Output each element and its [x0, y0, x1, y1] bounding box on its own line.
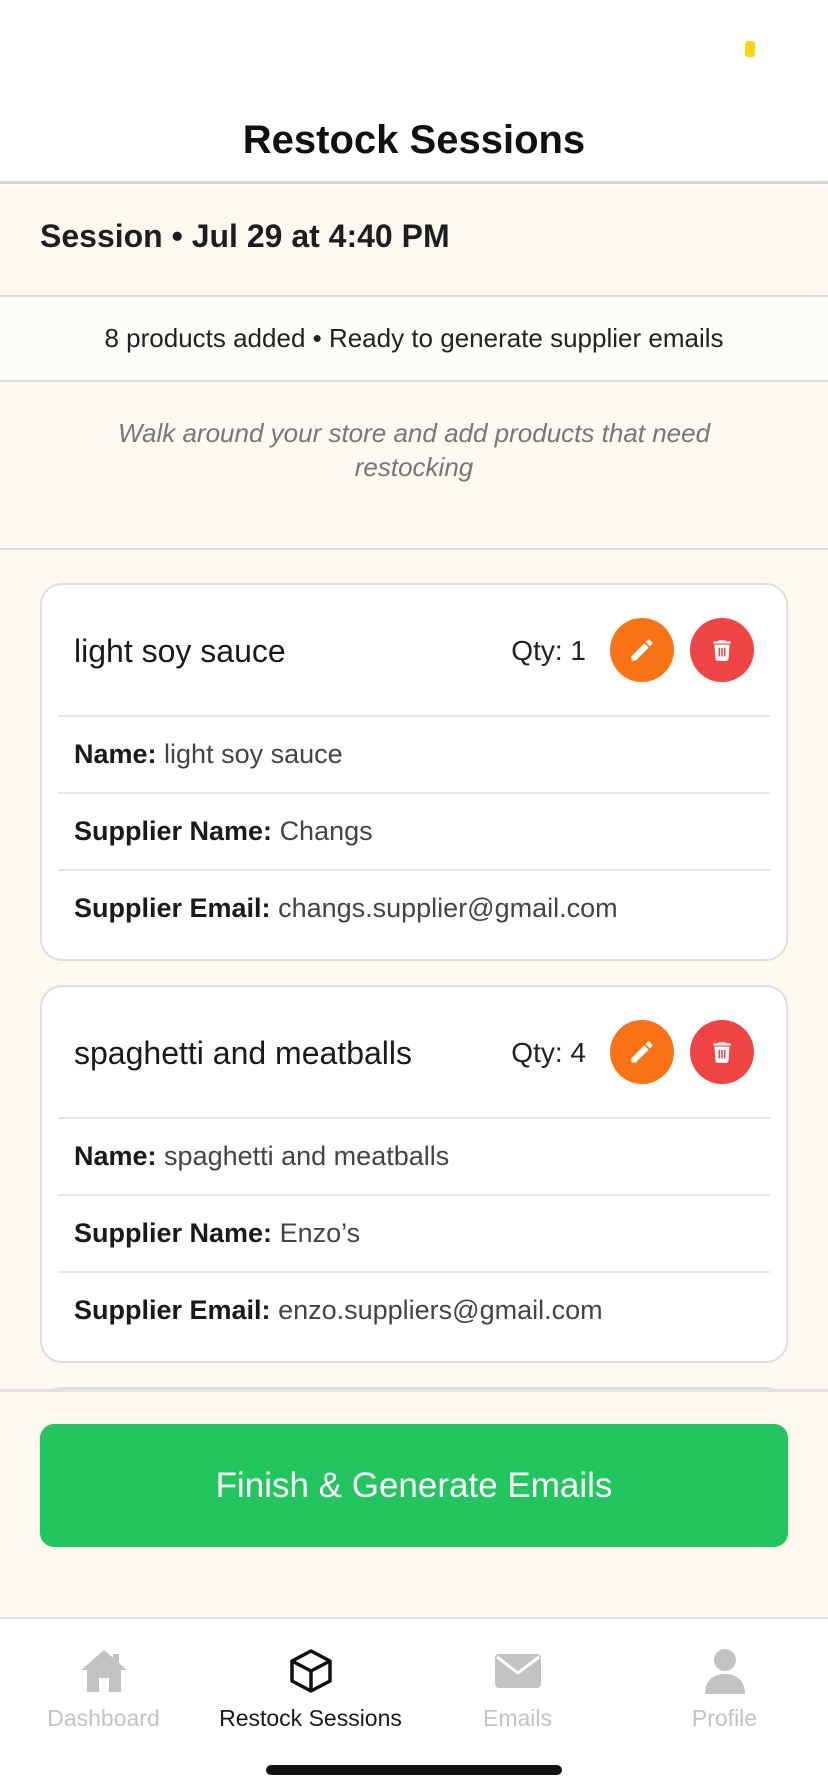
session-hint-text: Walk around your store and add products … — [117, 418, 711, 482]
supplier-email-row: Supplier Email: changs.supplier@gmail.co… — [58, 869, 770, 946]
home-indicator[interactable] — [266, 1765, 562, 1775]
header: Restock Sessions — [0, 96, 828, 184]
session-hint: Walk around your store and add products … — [0, 382, 828, 550]
delete-product-button[interactable] — [690, 618, 754, 682]
box-icon — [283, 1643, 339, 1699]
action-footer: Finish & Generate Emails — [0, 1389, 828, 1617]
tab-label: Emails — [482, 1705, 552, 1731]
supplier-name-value: Changs — [279, 816, 373, 846]
product-card: spaghetti and meatballs Qty: 4 Name: spa… — [40, 985, 788, 1363]
envelope-icon — [490, 1643, 546, 1699]
tab-emails[interactable]: Emails — [414, 1643, 621, 1743]
product-name-row: Name: spaghetti and meatballs — [58, 1117, 770, 1194]
session-header: Session • Jul 29 at 4:40 PM — [0, 185, 828, 297]
product-qty: Qty: 4 — [511, 1037, 586, 1068]
supplier-name-row: Supplier Name: Changs — [58, 792, 770, 869]
product-card-header: light soy sauce Qty: 1 — [42, 585, 786, 715]
name-label: Name: — [74, 739, 157, 769]
status-indicator-dot — [745, 41, 755, 57]
product-card-header: spaghetti and meatballs Qty: 4 — [42, 987, 786, 1117]
trash-icon — [713, 1042, 731, 1063]
product-name-value: light soy sauce — [164, 739, 343, 769]
page-title: Restock Sessions — [242, 118, 586, 162]
tab-restock-sessions[interactable]: Restock Sessions — [207, 1643, 414, 1743]
trash-icon — [713, 640, 731, 661]
supplier-email-label: Supplier Email: — [74, 1295, 271, 1325]
pencil-icon — [631, 639, 653, 661]
product-name-value: spaghetti and meatballs — [164, 1141, 450, 1171]
supplier-name-label: Supplier Name: — [74, 816, 273, 846]
supplier-email-row: Supplier Email: enzo.suppliers@gmail.com — [58, 1271, 770, 1348]
session-summary: 8 products added • Ready to generate sup… — [0, 297, 828, 382]
product-card: light soy sauce Qty: 1 Name: light soy s… — [40, 583, 788, 961]
app-screen: Restock Sessions Session • Jul 29 at 4:4… — [0, 0, 828, 1792]
tab-profile[interactable]: Profile — [621, 1643, 828, 1743]
edit-product-button[interactable] — [610, 1020, 674, 1084]
product-list[interactable]: light soy sauce Qty: 1 Name: light soy s… — [0, 551, 828, 1389]
tab-dashboard[interactable]: Dashboard — [0, 1643, 207, 1743]
supplier-email-value: changs.supplier@gmail.com — [278, 893, 618, 923]
product-title: light soy sauce — [74, 633, 286, 669]
house-icon — [76, 1643, 132, 1699]
supplier-email-label: Supplier Email: — [74, 893, 271, 923]
tab-label: Restock Sessions — [219, 1705, 402, 1731]
session-title: Session • Jul 29 at 4:40 PM — [40, 218, 450, 254]
supplier-name-value: Enzo’s — [279, 1218, 361, 1248]
session-summary-text: 8 products added • Ready to generate sup… — [104, 323, 724, 353]
tab-label: Dashboard — [47, 1705, 160, 1731]
tab-label: Profile — [691, 1705, 758, 1731]
supplier-email-value: enzo.suppliers@gmail.com — [278, 1295, 603, 1325]
name-label: Name: — [74, 1141, 157, 1171]
pencil-icon — [631, 1041, 653, 1063]
supplier-name-label: Supplier Name: — [74, 1218, 273, 1248]
person-icon — [697, 1643, 753, 1699]
delete-product-button[interactable] — [690, 1020, 754, 1084]
edit-product-button[interactable] — [610, 618, 674, 682]
product-name-row: Name: light soy sauce — [58, 715, 770, 792]
finish-generate-emails-button[interactable]: Finish & Generate Emails — [40, 1424, 788, 1547]
product-title: spaghetti and meatballs — [74, 1035, 412, 1071]
supplier-name-row: Supplier Name: Enzo’s — [58, 1194, 770, 1271]
product-qty: Qty: 1 — [511, 635, 586, 666]
status-bar — [0, 0, 828, 96]
